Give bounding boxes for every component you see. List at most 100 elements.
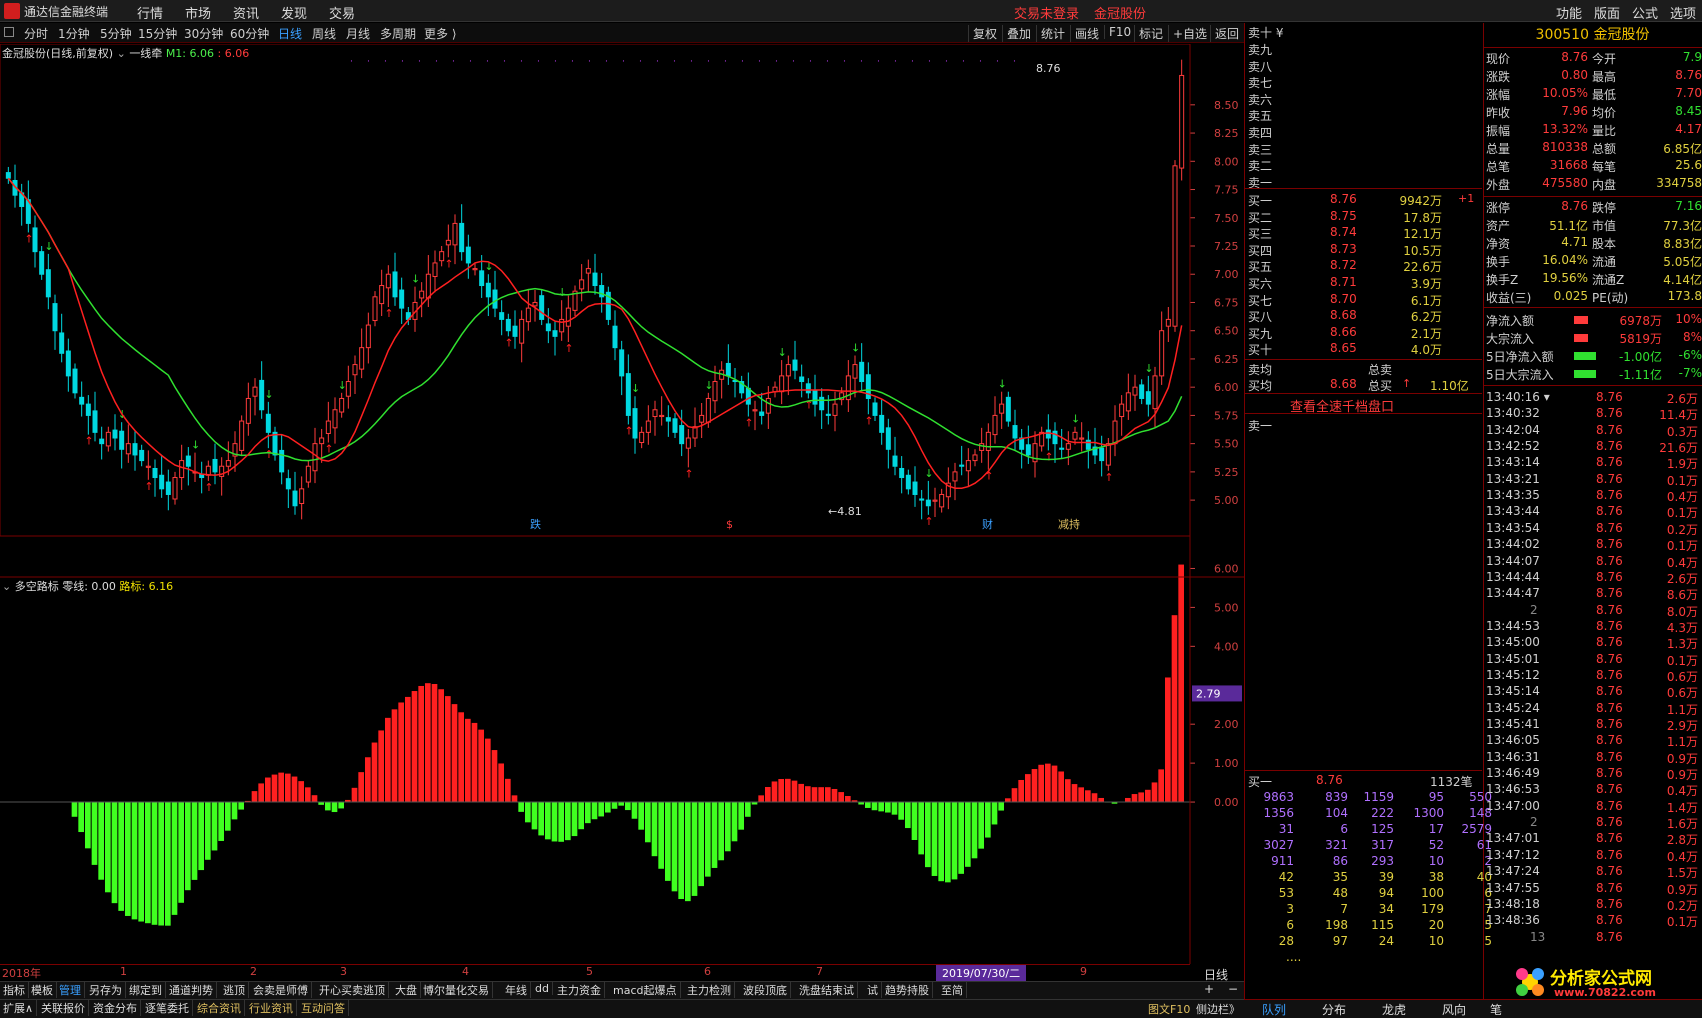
extension-tab-3[interactable]: 逐笔委托 xyxy=(142,1000,193,1016)
period-daily[interactable]: 日线 xyxy=(278,25,302,42)
period-monthly[interactable]: 月线 xyxy=(346,25,370,42)
trade-login-status[interactable]: 交易未登录 xyxy=(1014,3,1079,22)
indicator-tab-8[interactable]: 开心买卖逃顶 xyxy=(316,982,389,998)
menu-options[interactable]: 选项 xyxy=(1670,3,1696,22)
indicator-tab-11[interactable]: 年线 xyxy=(502,982,531,998)
indicator-tab-15[interactable]: 主力检测 xyxy=(684,982,735,998)
info-value: 7.70 xyxy=(1675,86,1702,100)
candle-body xyxy=(445,239,451,246)
menu-formula[interactable]: 公式 xyxy=(1632,3,1658,22)
zoom-in-button[interactable]: + xyxy=(1204,982,1214,996)
indicator-tab-2[interactable]: 管理 xyxy=(56,982,85,998)
f10-button[interactable]: F10 xyxy=(1104,25,1131,39)
menu-trade[interactable]: 交易 xyxy=(329,3,355,22)
indicator-tab-9[interactable]: 大盘 xyxy=(392,982,421,998)
buy-volume: 17.8万 xyxy=(1403,210,1442,225)
extension-tab-4[interactable]: 综合资讯 xyxy=(194,1000,245,1016)
indicator-tab-10[interactable]: 博尔量化交易 xyxy=(420,982,493,998)
sub-histogram-chart[interactable]: 6.00 5.00 4.00 2.00 1.00 0.00 2.79 xyxy=(0,562,1242,926)
indicator-tab-5[interactable]: 通道判势 xyxy=(166,982,217,998)
extension-tab-5[interactable]: 行业资讯 xyxy=(246,1000,297,1016)
period-more[interactable]: 更多 ⟩ xyxy=(424,25,457,42)
menu-functions[interactable]: 功能 xyxy=(1556,3,1582,22)
menu-news[interactable]: 资讯 xyxy=(233,3,259,22)
tab-queue[interactable]: 队列 xyxy=(1262,1001,1286,1018)
overlay-button[interactable]: 叠加 xyxy=(1002,25,1031,42)
indicator-tab-4[interactable]: 绑定到 xyxy=(126,982,166,998)
extension-tab-2[interactable]: 资金分布 xyxy=(90,1000,141,1016)
indicator-tab-19[interactable]: 趋势持股 xyxy=(882,982,933,998)
indicator-tab-1[interactable]: 模板 xyxy=(28,982,57,998)
indicator-tab-17[interactable]: 洗盘结束试 xyxy=(796,982,858,998)
chart-area[interactable]: 8.50 8.25 8.00 7.75 7.50 7.25 7.00 6.75 6.50 6.25… xyxy=(0,44,1244,964)
back-button[interactable]: 返回 xyxy=(1210,25,1239,42)
tick-volume: 1.1万 xyxy=(1666,702,1698,717)
histogram-bar xyxy=(1078,787,1084,803)
zoom-out-button[interactable]: − xyxy=(1228,982,1238,996)
event-marker[interactable]: 减持 xyxy=(1058,517,1080,531)
high-price-label: 8.76 xyxy=(1036,62,1061,75)
candle-body xyxy=(112,429,118,439)
tick-volume: 1.9万 xyxy=(1666,457,1698,472)
indicator-tab-14[interactable]: macd起爆点 xyxy=(610,982,681,998)
event-marker[interactable]: 跌 xyxy=(530,517,541,531)
indicator-tab-0[interactable]: 指标 xyxy=(0,982,29,998)
f10-graph-link[interactable]: 图文F10 xyxy=(1148,1001,1190,1017)
indicator-tab-3[interactable]: 另存为 xyxy=(86,982,126,998)
indicator-tab-20[interactable]: 至简 xyxy=(938,982,967,998)
info-label: 量比 xyxy=(1592,124,1617,138)
indicator-tab-13[interactable]: 主力资金 xyxy=(554,982,605,998)
queue-more[interactable]: .... xyxy=(1286,950,1301,964)
tab-ticks[interactable]: 笔 xyxy=(1490,1001,1502,1018)
candle-body xyxy=(539,295,545,320)
period-intraday[interactable]: 分时 xyxy=(24,25,48,42)
period-multi[interactable]: 多周期 xyxy=(380,25,416,42)
period-5min[interactable]: 5分钟 xyxy=(100,25,132,42)
tab-distribution[interactable]: 分布 xyxy=(1322,1001,1346,1018)
queue-cell: 9863 xyxy=(1263,790,1294,804)
period-15min[interactable]: 15分钟 xyxy=(138,25,177,42)
period-weekly[interactable]: 周线 xyxy=(312,25,336,42)
tab-dragon-tiger[interactable]: 龙虎 xyxy=(1382,1001,1406,1018)
period-1min[interactable]: 1分钟 xyxy=(58,25,90,42)
extension-tab-0[interactable]: 扩展∧ xyxy=(0,1000,38,1016)
buy-one-price: 8.76 xyxy=(1316,773,1343,787)
indicator-tab-6[interactable]: 逃顶 xyxy=(220,982,249,998)
queue-cell: 179 xyxy=(1421,902,1444,916)
period-30min[interactable]: 30分钟 xyxy=(184,25,223,42)
menu-discover[interactable]: 发现 xyxy=(281,3,307,22)
signal-dot: · xyxy=(486,57,489,67)
trade-stock-name[interactable]: 金冠股份 xyxy=(1094,3,1146,22)
event-marker[interactable]: $ xyxy=(726,518,733,531)
main-kline-chart[interactable]: 8.50 8.25 8.00 7.75 7.50 7.25 7.00 6.75 6.50 6.25… xyxy=(0,44,1239,537)
candle-body xyxy=(919,498,925,501)
candle-body xyxy=(812,390,818,405)
indicator-tab-16[interactable]: 波段顶底 xyxy=(740,982,791,998)
indicator-tab-18[interactable]: 试 xyxy=(864,982,882,998)
adjust-button[interactable]: 复权 xyxy=(968,25,997,42)
period-toolbar: 分时 1分钟 5分钟 15分钟 30分钟 60分钟 日线 周线 月线 多周期 更… xyxy=(0,23,1244,43)
sidebar-toggle[interactable]: 侧边栏》 xyxy=(1196,1001,1240,1017)
divider xyxy=(1244,413,1482,414)
signal-dot: · xyxy=(775,57,778,67)
buy-arrow-icon: ↑ xyxy=(144,480,153,493)
histogram-bar xyxy=(911,802,918,840)
app-title: 通达信金融终端 xyxy=(24,5,109,19)
indicator-tab-12[interactable]: dd xyxy=(532,982,553,995)
extension-tab-6[interactable]: 互动问答 xyxy=(298,1000,349,1016)
menu-market[interactable]: 市场 xyxy=(185,3,211,22)
queue-cell: 100 xyxy=(1421,886,1444,900)
mark-button[interactable]: 标记 xyxy=(1134,25,1163,42)
tab-wind-direction[interactable]: 风向 xyxy=(1442,1001,1466,1018)
extension-tab-1[interactable]: 关联报价 xyxy=(38,1000,89,1016)
period-60min[interactable]: 60分钟 xyxy=(230,25,269,42)
candle-body xyxy=(499,312,505,320)
event-marker[interactable]: 财 xyxy=(982,517,993,531)
menu-market-quote[interactable]: 行情 xyxy=(137,3,163,22)
stats-button[interactable]: 统计 xyxy=(1036,25,1065,42)
add-watchlist-button[interactable]: +自选 xyxy=(1168,25,1207,42)
draw-button[interactable]: 画线 xyxy=(1070,25,1099,42)
indicator-tab-7[interactable]: 会卖是师傅 xyxy=(250,982,312,998)
panel-toggle-icon[interactable] xyxy=(4,27,14,37)
menu-layout[interactable]: 版面 xyxy=(1594,3,1620,22)
